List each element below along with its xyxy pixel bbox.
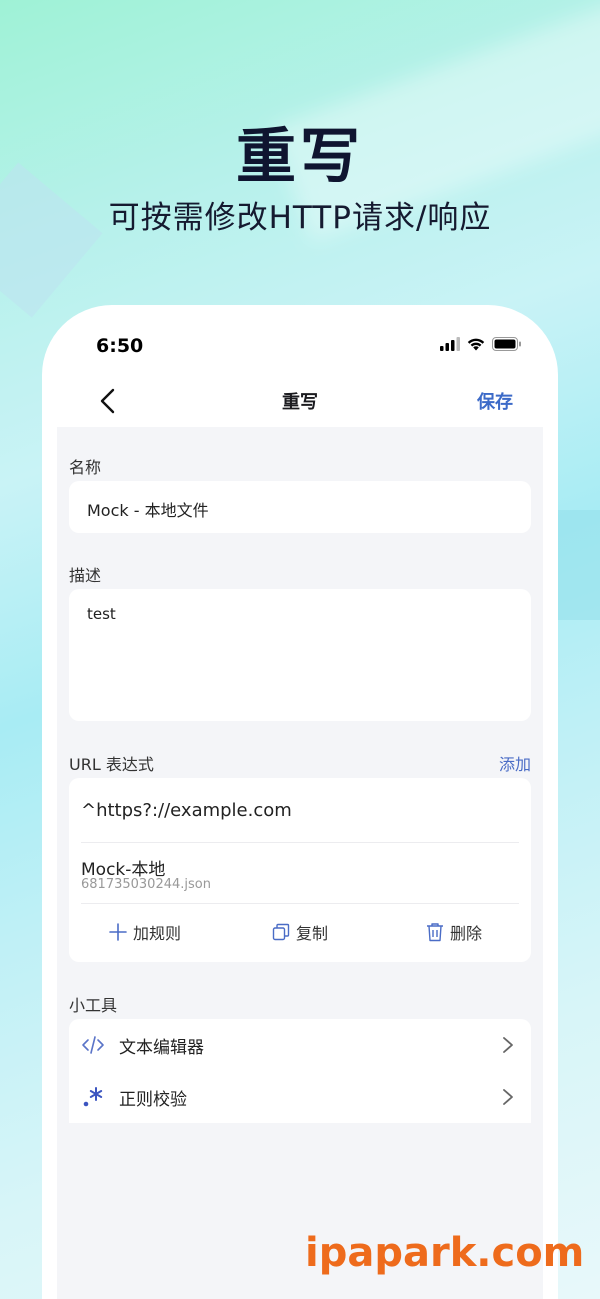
tool-item-text-editor[interactable]: 文本编辑器 bbox=[69, 1019, 531, 1071]
status-time: 6:50 bbox=[96, 335, 144, 357]
name-field-value: Mock - 本地文件 bbox=[87, 501, 209, 520]
tools-label: 小工具 bbox=[69, 996, 118, 1015]
description-field[interactable]: test bbox=[69, 589, 531, 721]
chevron-right-icon bbox=[503, 1089, 513, 1105]
code-icon bbox=[82, 1036, 104, 1054]
copy-label: 复制 bbox=[296, 924, 329, 943]
tool-item-regex[interactable]: 正则校验 bbox=[69, 1071, 531, 1123]
content-area: 名称 Mock - 本地文件 描述 test URL 表达式 添加 ^https… bbox=[57, 427, 543, 1299]
url-pattern[interactable]: ^https?://example.com bbox=[81, 800, 292, 821]
navigation-bar: 重写 保存 bbox=[57, 375, 543, 427]
name-field[interactable]: Mock - 本地文件 bbox=[69, 481, 531, 533]
name-label: 名称 bbox=[69, 458, 102, 477]
tool-item-label: 文本编辑器 bbox=[119, 1037, 204, 1058]
description-label: 描述 bbox=[69, 566, 102, 585]
delete-button[interactable]: 删除 bbox=[426, 920, 482, 944]
signal-icon bbox=[440, 337, 460, 351]
divider bbox=[81, 842, 519, 843]
plus-icon bbox=[109, 923, 127, 941]
description-field-value: test bbox=[87, 605, 116, 623]
add-rule-button[interactable]: 加规则 bbox=[109, 920, 181, 944]
tools-list: 文本编辑器 正则校验 bbox=[69, 1019, 531, 1123]
mock-filename: 681735030244.json bbox=[81, 877, 211, 892]
rule-card: ^https?://example.com Mock-本地 6817350302… bbox=[69, 778, 531, 962]
add-rule-label: 加规则 bbox=[133, 924, 182, 943]
battery-icon bbox=[492, 337, 521, 351]
copy-icon bbox=[272, 923, 290, 941]
url-expression-label: URL 表达式 bbox=[69, 755, 154, 774]
nav-title: 重写 bbox=[282, 392, 318, 413]
hero-title: 重写 bbox=[236, 122, 364, 192]
tool-item-label: 正则校验 bbox=[119, 1089, 187, 1110]
regex-icon bbox=[83, 1087, 103, 1107]
save-button[interactable]: 保存 bbox=[477, 388, 513, 414]
status-icons bbox=[440, 337, 522, 351]
hero-subtitle: 可按需修改HTTP请求/响应 bbox=[108, 200, 492, 236]
delete-label: 删除 bbox=[450, 924, 483, 943]
status-bar: 6:50 bbox=[42, 305, 558, 375]
wifi-icon bbox=[467, 338, 485, 351]
trash-icon bbox=[427, 923, 443, 942]
add-url-button[interactable]: 添加 bbox=[499, 751, 531, 775]
divider bbox=[81, 903, 519, 904]
chevron-right-icon bbox=[503, 1037, 513, 1053]
phone-screen: 6:50 重写 保存 名称 Mock - 本地文件 描述 test URL 表达… bbox=[42, 305, 558, 1299]
copy-button[interactable]: 复制 bbox=[272, 920, 328, 944]
watermark: ipapark.com bbox=[305, 1230, 585, 1276]
